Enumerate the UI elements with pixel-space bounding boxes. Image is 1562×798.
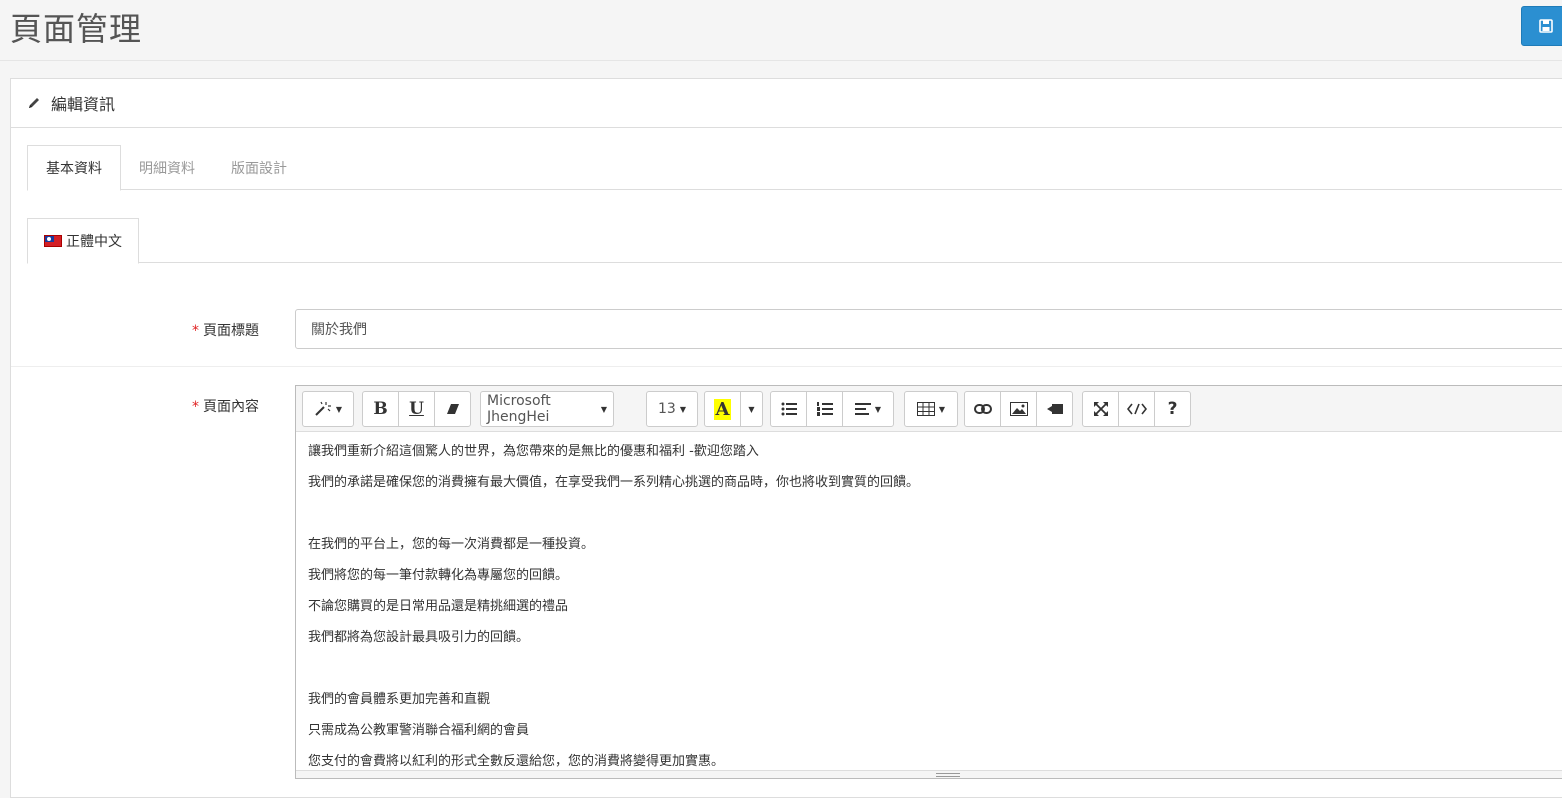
style-magic-button[interactable]: ▼ [302,391,354,427]
font-name-dropdown[interactable]: Microsoft JhengHei ▼ [480,391,614,427]
resize-grip-icon [936,773,960,777]
tab-basic-info-label: 基本資料 [46,161,102,177]
panel-heading: 編輯資訊 [11,79,1562,128]
color-dropdown-button[interactable]: ▼ [740,391,763,427]
editor-paragraph [308,661,1562,692]
underline-icon: U [409,399,424,419]
numbered-list-icon [816,402,833,416]
editor-paragraph: 不論您購買的是日常用品還是精挑細選的禮品 [308,599,569,614]
chevron-down-icon: ▼ [874,404,882,414]
editor-paragraph: 在我們的平台上，您的每一次消費都是一種投資。 [308,537,595,552]
editor-toolbar: ▼ B U Microsoft JhengHei ▼ 13 ▼ A ▼ ▼ ▼ … [296,386,1562,432]
style-group: ▼ [302,391,354,427]
page-title-field-label: * 頁面標題 [192,320,259,340]
chevron-down-icon: ▼ [748,404,755,414]
tab-traditional-chinese-label: 正體中文 [66,234,122,250]
chevron-down-icon: ▼ [335,404,343,414]
bold-icon: B [373,399,388,419]
tab-layout-design-label: 版面設計 [231,160,287,177]
rich-text-editor: ▼ B U Microsoft JhengHei ▼ 13 ▼ A ▼ ▼ ▼ … [295,385,1562,779]
text-color-button[interactable]: A [704,391,741,427]
editor-paragraph [308,506,1562,537]
editor-paragraph: 您支付的會費將以紅利的形式全數反還給您，您的消費將變得更加實惠。 [308,754,725,768]
video-icon [1046,404,1063,414]
ordered-list-button[interactable] [806,391,843,427]
color-group: A ▼ [704,391,763,427]
unordered-list-button[interactable] [770,391,807,427]
font-size-dropdown[interactable]: 13 ▼ [646,391,698,427]
chevron-down-icon: ▼ [938,404,946,414]
save-button[interactable] [1521,6,1562,46]
required-mark: * [192,399,199,415]
page-title-input[interactable] [295,309,1562,349]
tab-detail-info-label: 明細資料 [139,160,195,177]
page-content-field-label-text: 頁面內容 [203,399,259,415]
code-view-button[interactable] [1118,391,1155,427]
font-name-group: Microsoft JhengHei ▼ [480,391,614,427]
bold-button[interactable]: B [362,391,399,427]
fullscreen-icon [1093,402,1108,416]
fullscreen-button[interactable] [1082,391,1119,427]
required-mark: * [192,323,199,339]
language-tabs: 正體中文 [27,218,1562,264]
editor-paragraph: 讓我們重新介紹這個驚人的世界，為您帶來的是無比的優惠和福利 -歡迎您踏入 [308,444,759,459]
insert-video-button[interactable] [1036,391,1073,427]
editor-paragraph: 我們將您的每一筆付款轉化為專屬您的回饋。 [308,568,569,583]
help-icon: ? [1167,399,1178,419]
header-divider [0,60,1562,61]
magic-wand-icon [315,401,331,416]
editor-resize-bar[interactable] [296,770,1562,778]
save-icon [1539,19,1553,33]
font-name-value: Microsoft JhengHei [487,393,551,425]
view-group: ? [1082,391,1191,427]
text-color-icon: A [713,398,732,420]
page-content-field-label: * 頁面內容 [192,396,259,416]
insert-link-button[interactable] [964,391,1001,427]
bullet-list-icon [781,402,797,416]
page-title-field-label-text: 頁面標題 [203,323,259,339]
tab-basic-info[interactable]: 基本資料 [27,145,121,191]
insert-group [964,391,1073,427]
taiwan-flag-icon [44,235,62,247]
font-size-value: 13 [658,401,676,417]
panel-heading-title: 編輯資訊 [51,95,116,114]
insert-image-button[interactable] [1000,391,1037,427]
link-icon [973,404,992,414]
font-size-group: 13 ▼ [646,391,698,427]
form-row-divider [11,366,1562,367]
align-left-icon [854,403,871,415]
help-button[interactable]: ? [1154,391,1191,427]
underline-button[interactable]: U [398,391,435,427]
tab-traditional-chinese[interactable]: 正體中文 [27,218,139,264]
code-icon [1126,403,1147,415]
font-style-group: B U [362,391,471,427]
pencil-icon [29,98,39,108]
editor-paragraph: 我們的承諾是確保您的消費擁有最大價值，在享受我們一系列精心挑選的商品時，你也將收… [308,475,920,490]
image-icon [1009,402,1028,416]
table-icon [916,402,935,416]
eraser-icon [446,404,459,414]
editor-paragraph: 只需成為公教軍警消聯合福利網的會員 [308,723,530,738]
tab-detail-info[interactable]: 明細資料 [121,145,213,190]
editor-paragraph: 我們的會員體系更加完善和直觀 [308,692,491,707]
main-tabs: 基本資料 明細資料 版面設計 [27,145,1562,191]
table-dropdown-button[interactable]: ▼ [904,391,958,427]
edit-panel: 編輯資訊 基本資料 明細資料 版面設計 正體中文 *頁面標題 *頁面內容 [10,78,1562,798]
editor-paragraph: 我們都將為您設計最具吸引力的回饋。 [308,630,530,645]
chevron-down-icon: ▼ [600,404,607,414]
paragraph-group: ▼ [770,391,894,427]
tab-layout-design[interactable]: 版面設計 [213,145,305,190]
table-group: ▼ [904,391,958,427]
clear-format-button[interactable] [434,391,471,427]
page-title: 頁面管理 [10,10,143,48]
editor-content-area[interactable]: 讓我們重新介紹這個驚人的世界，為您帶來的是無比的優惠和福利 -歡迎您踏入我們的承… [308,444,1562,768]
align-dropdown-button[interactable]: ▼ [842,391,894,427]
chevron-down-icon: ▼ [679,404,686,414]
